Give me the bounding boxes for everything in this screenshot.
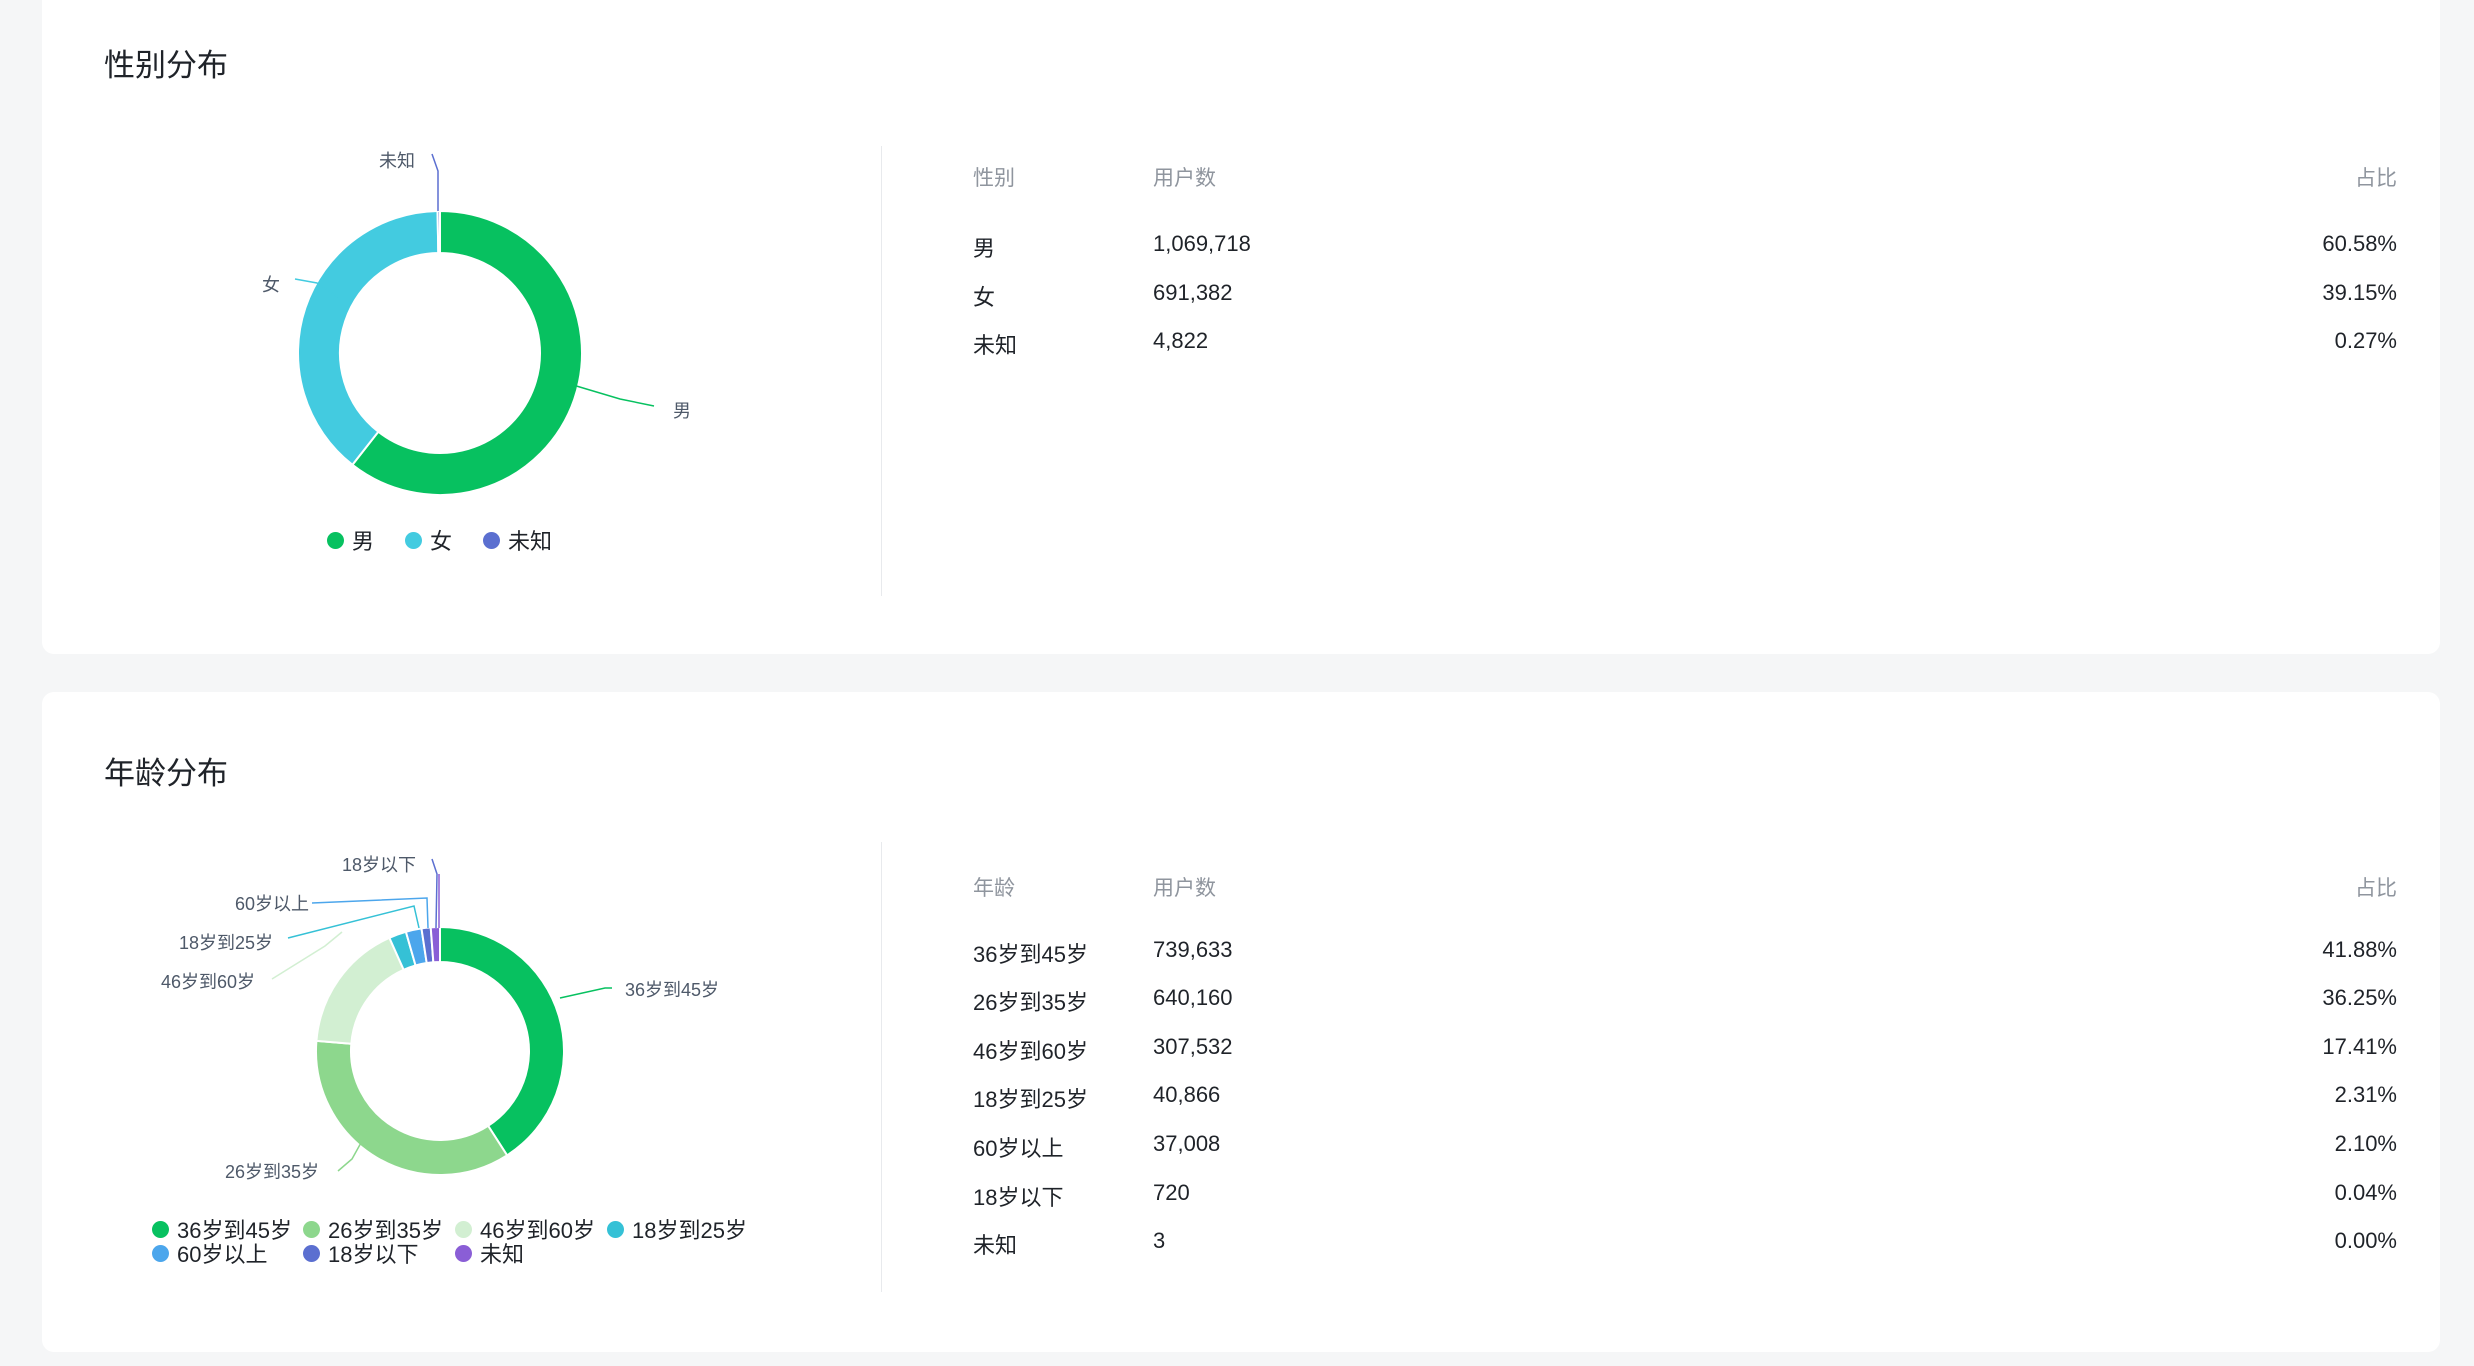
slice-label: 男 xyxy=(673,401,691,421)
table-cell-count: 4,822 xyxy=(1153,328,1209,353)
legend-label: 女 xyxy=(430,529,453,554)
donut-slice-1[interactable] xyxy=(315,1039,509,1176)
donut-slice-6[interactable] xyxy=(429,925,441,964)
table-cell-pct: 39.15% xyxy=(2322,280,2397,305)
legend-dot-icon xyxy=(152,1244,169,1262)
legend-dot-icon xyxy=(405,531,422,549)
legend-dot-icon xyxy=(455,1244,472,1262)
table-cell-pct: 2.31% xyxy=(2334,1082,2397,1107)
legend-label: 未知 xyxy=(508,529,553,554)
legend-dot-icon xyxy=(483,531,500,549)
legend-dot-icon xyxy=(455,1220,472,1238)
table-cell-pct: 36.25% xyxy=(2322,985,2397,1010)
legend-dot-icon xyxy=(303,1220,320,1238)
table-cell-label: 26岁到35岁 xyxy=(973,990,1088,1015)
donut-slice-0[interactable] xyxy=(439,925,565,1157)
table-cell-count: 720 xyxy=(1153,1180,1190,1205)
legend-item[interactable]: 18岁以下 xyxy=(303,1237,418,1269)
section-divider xyxy=(881,146,882,596)
legend-item[interactable]: 60岁以上 xyxy=(152,1237,267,1269)
table-cell-count: 37,008 xyxy=(1153,1131,1221,1156)
leader-line xyxy=(431,153,439,211)
table-cell-pct: 2.10% xyxy=(2334,1131,2397,1156)
legend-item[interactable]: 女 xyxy=(405,524,452,556)
slice-label: 18岁到25岁 xyxy=(179,933,273,953)
table-cell-label: 36岁到45岁 xyxy=(973,942,1088,967)
leader-line xyxy=(559,987,612,999)
table-cell-count: 40,866 xyxy=(1153,1082,1221,1107)
table-cell-label: 未知 xyxy=(973,333,1018,358)
legend-label: 未知 xyxy=(480,1242,525,1267)
donut-slice-2[interactable] xyxy=(436,209,441,255)
gender-distribution-card: 性别分布 男女未知 男女未知 性别 用户数 占比 男 1,069,718 60.… xyxy=(42,0,2440,654)
age-header-count: 用户数 xyxy=(1153,877,1216,900)
table-cell-pct: 41.88% xyxy=(2322,937,2397,962)
leader-line xyxy=(431,858,438,929)
table-cell-count: 691,382 xyxy=(1153,280,1233,305)
slice-label: 18岁以下 xyxy=(342,855,416,875)
table-cell-label: 女 xyxy=(973,285,996,310)
legend-dot-icon xyxy=(152,1220,169,1238)
table-cell-count: 3 xyxy=(1153,1228,1166,1253)
slice-label: 36岁到45岁 xyxy=(625,980,719,1000)
table-cell-pct: 60.58% xyxy=(2322,231,2397,256)
legend-label: 男 xyxy=(352,529,375,554)
section-divider xyxy=(881,842,882,1292)
table-cell-count: 739,633 xyxy=(1153,937,1233,962)
table-cell-label: 男 xyxy=(973,236,996,261)
legend-label: 60岁以上 xyxy=(177,1242,268,1267)
gender-donut-chart: 男 女 未知 xyxy=(262,151,691,496)
table-cell-label: 18岁以下 xyxy=(973,1185,1064,1210)
slice-label: 未知 xyxy=(379,151,415,171)
donut-slice-1[interactable] xyxy=(297,210,440,467)
table-cell-label: 18岁到25岁 xyxy=(973,1087,1088,1112)
donut-slice-2[interactable] xyxy=(315,936,405,1045)
table-cell-count: 1,069,718 xyxy=(1153,231,1251,256)
age-header-label: 年龄 xyxy=(973,877,1015,900)
table-cell-label: 60岁以上 xyxy=(973,1136,1064,1161)
legend-dot-icon xyxy=(607,1220,624,1238)
slice-label: 60岁以上 xyxy=(235,894,309,914)
legend-label: 18岁到25岁 xyxy=(632,1218,747,1243)
table-cell-label: 未知 xyxy=(973,1233,1018,1258)
legend-item[interactable]: 18岁到25岁 xyxy=(607,1213,747,1245)
table-cell-pct: 0.04% xyxy=(2334,1180,2397,1205)
table-cell-pct: 0.00% xyxy=(2334,1228,2397,1253)
table-cell-pct: 17.41% xyxy=(2322,1034,2397,1059)
legend-dot-icon xyxy=(303,1244,320,1262)
slice-label: 女 xyxy=(262,275,280,295)
table-cell-pct: 0.27% xyxy=(2334,328,2397,353)
legend-label: 18岁以下 xyxy=(328,1242,419,1267)
legend-item[interactable]: 未知 xyxy=(483,524,552,556)
gender-header-label: 性别 xyxy=(973,167,1015,190)
age-header-pct: 占比 xyxy=(2355,877,2397,900)
gender-header-pct: 占比 xyxy=(2355,167,2397,190)
table-cell-count: 307,532 xyxy=(1153,1034,1233,1059)
table-cell-label: 46岁到60岁 xyxy=(973,1039,1088,1064)
leader-line xyxy=(271,931,343,980)
slice-label: 26岁到35岁 xyxy=(225,1162,319,1182)
leader-line xyxy=(572,384,655,407)
leader-line xyxy=(311,897,429,929)
table-cell-count: 640,160 xyxy=(1153,985,1233,1010)
age-distribution-card: 年龄分布 36岁到45岁 26岁到35岁 46岁到60岁 18岁到25岁 60岁以上 18… xyxy=(42,692,2440,1352)
legend-item[interactable]: 男 xyxy=(327,524,374,556)
legend-item[interactable]: 未知 xyxy=(455,1237,524,1269)
legend-dot-icon xyxy=(327,531,344,549)
slice-label: 46岁到60岁 xyxy=(161,972,255,992)
gender-header-count: 用户数 xyxy=(1153,167,1216,190)
